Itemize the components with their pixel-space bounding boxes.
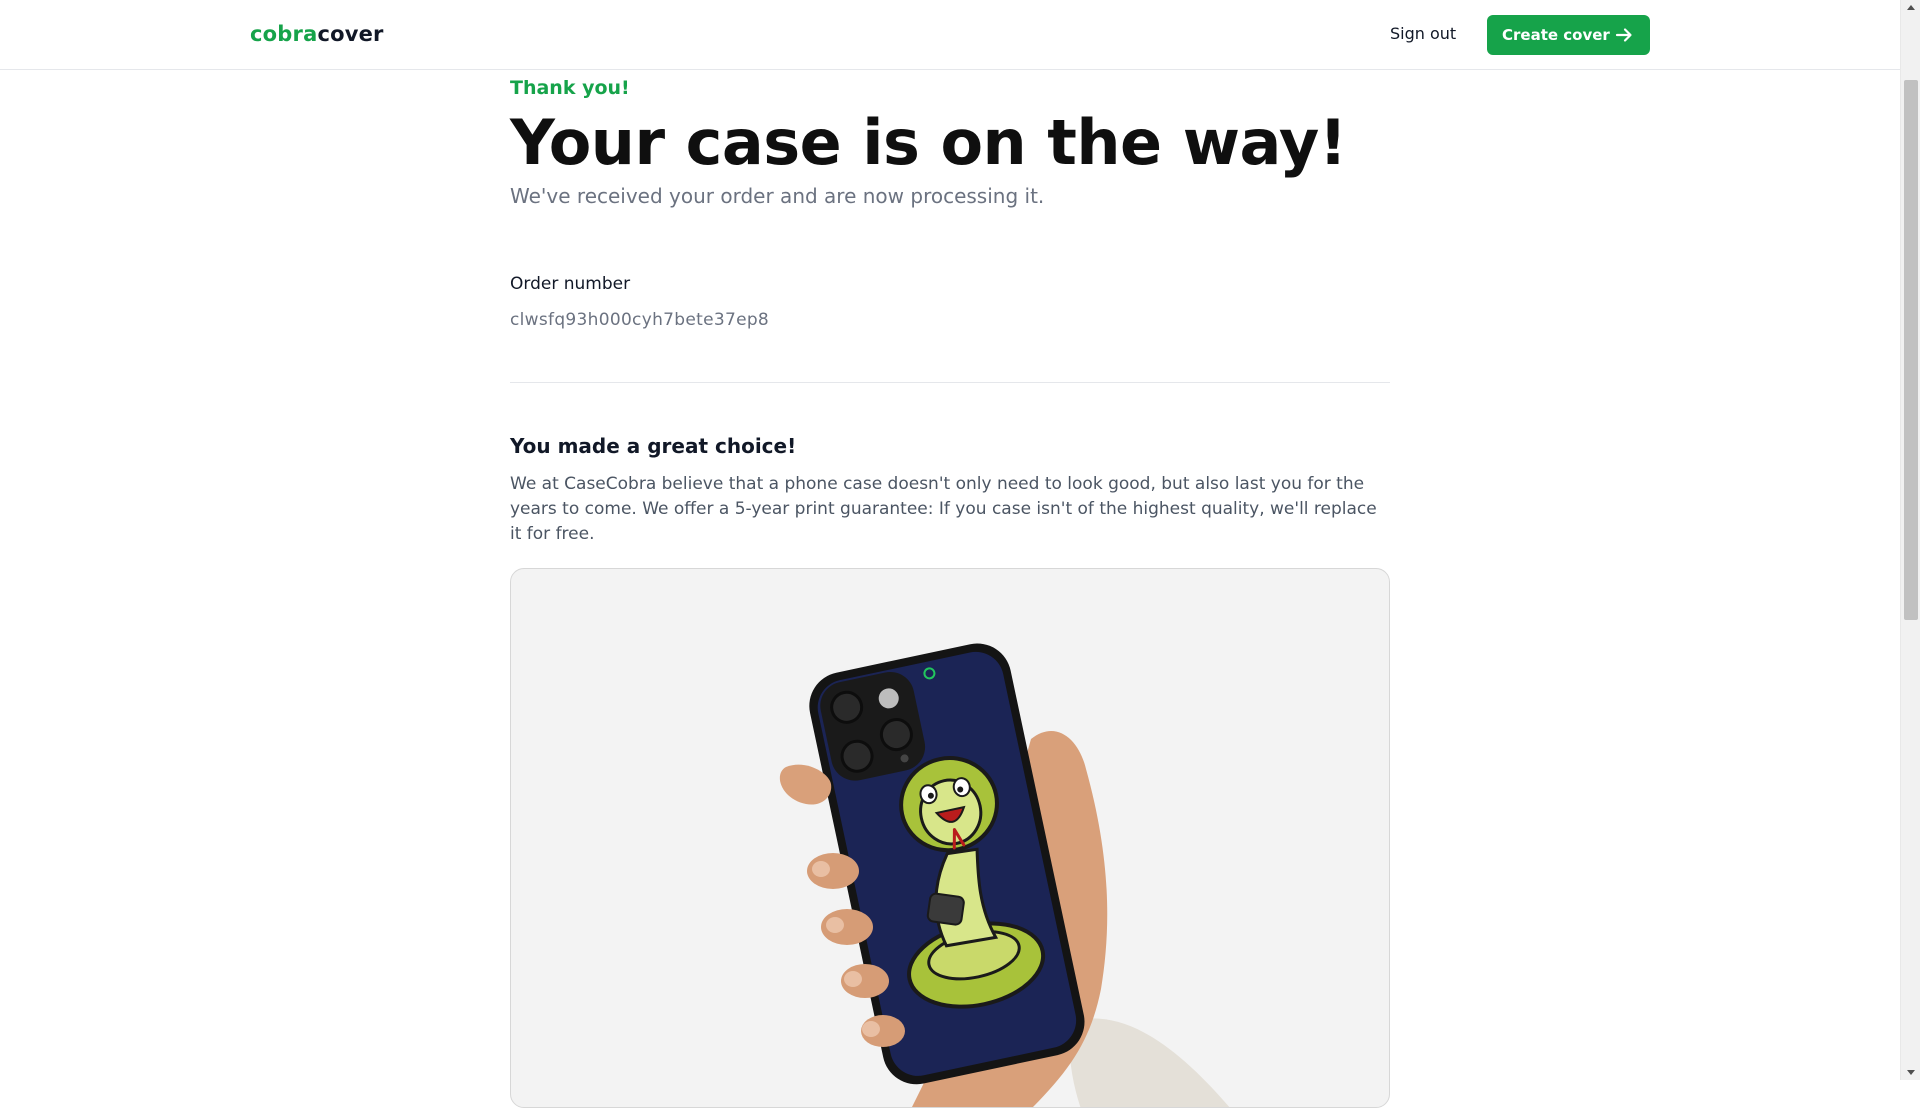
guarantee-paragraph: We at CaseCobra believe that a phone cas… (510, 474, 1377, 544)
order-number-label: Order number (510, 274, 631, 294)
navbar: cobracover Sign out Create cover (0, 0, 1900, 70)
scroll-up-arrow-icon[interactable] (1901, 0, 1920, 16)
scroll-thumb[interactable] (1904, 80, 1918, 620)
logo-accent: cobra (250, 22, 318, 46)
divider (510, 382, 1390, 383)
sign-out-link[interactable]: Sign out (1390, 24, 1456, 43)
order-number-value: clwsfq93h000cyh7bete37ep8 (510, 310, 770, 330)
arrow-right-icon (1615, 28, 1632, 42)
logo-link[interactable]: cobracover (250, 22, 384, 46)
thank-you-text: Thank you! (510, 77, 630, 99)
page-subtitle: We've received your order and are now pr… (510, 184, 1045, 208)
sleeve (1069, 1018, 1230, 1107)
create-cover-label: Create cover (1502, 26, 1610, 44)
create-cover-button[interactable]: Create cover (1487, 15, 1650, 55)
great-choice-heading: You made a great choice! (510, 434, 797, 458)
page-title: Your case is on the way! (510, 106, 1347, 179)
page-scrollbar[interactable] (1900, 0, 1920, 1080)
logo-text: cover (317, 22, 384, 46)
phone-in-hand-image (779, 643, 1230, 1107)
case-preview-card (510, 568, 1390, 1108)
scroll-down-arrow-icon[interactable] (1901, 1064, 1920, 1080)
